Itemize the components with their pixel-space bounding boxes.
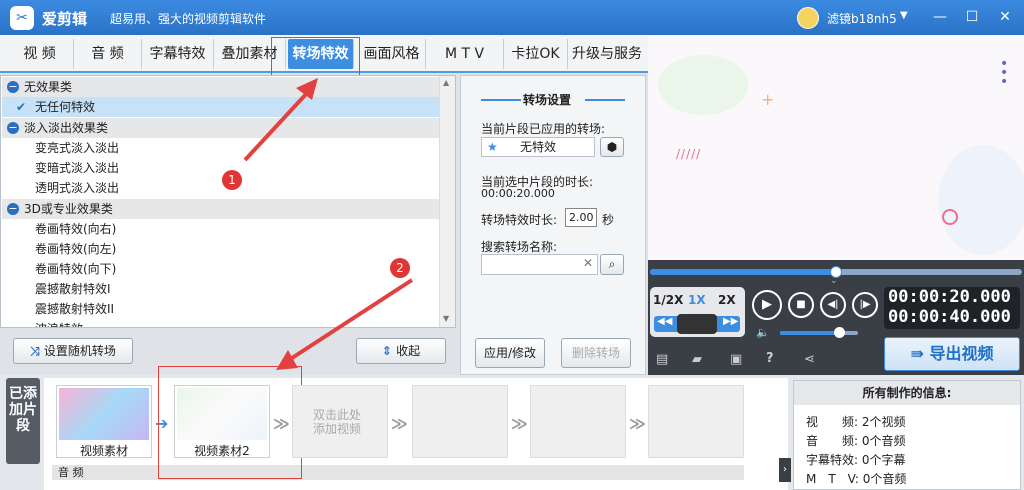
annotation-arrows: [243, 78, 414, 370]
annotation-arrowhead-1: [296, 78, 318, 100]
annotation-arrow-2: [290, 278, 414, 360]
annotation-arrowhead-2: [276, 350, 298, 370]
annotation-arrow-1: [243, 90, 310, 162]
